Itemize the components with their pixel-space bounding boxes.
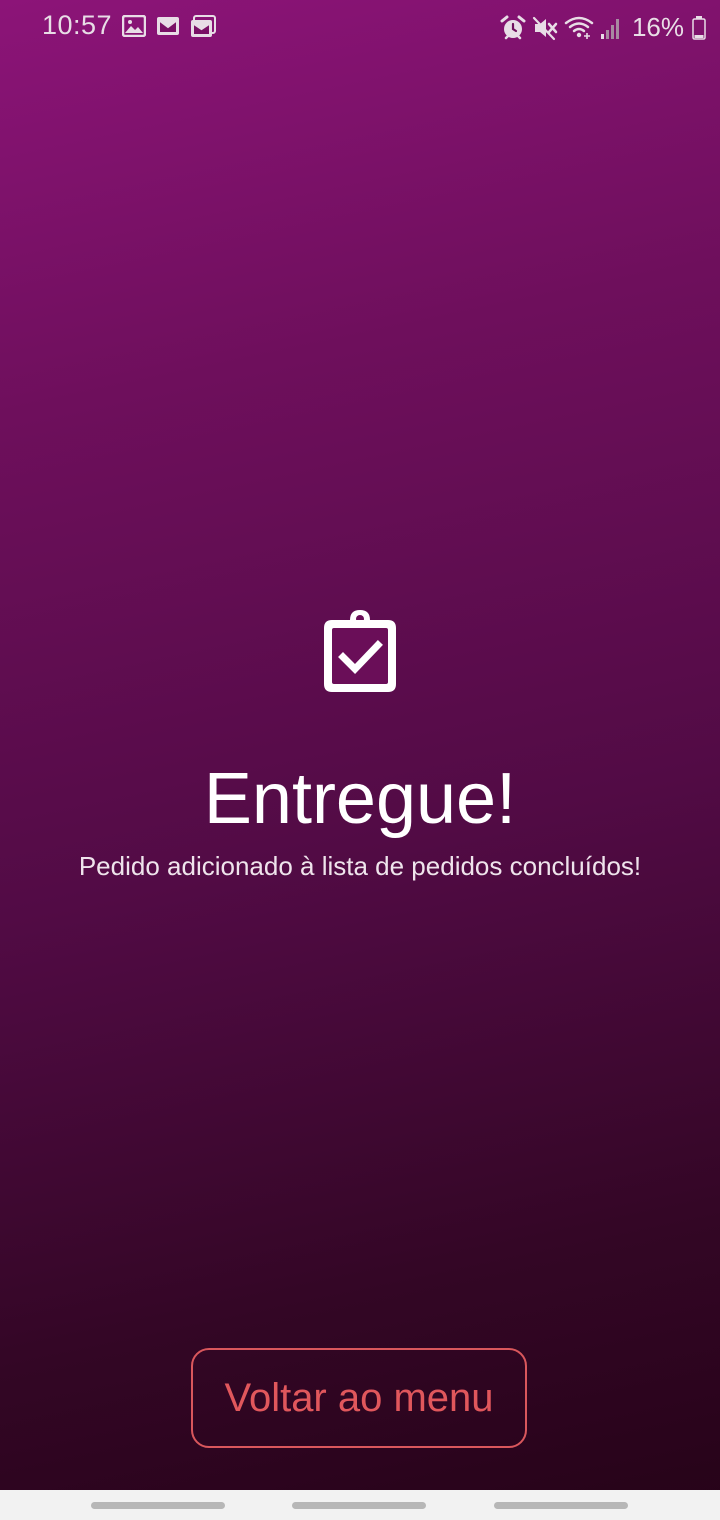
page-title: Entregue! xyxy=(203,759,517,839)
back-to-menu-button[interactable]: Voltar ao menu xyxy=(191,1348,527,1448)
status-time: 10:57 xyxy=(42,10,113,40)
wifi-icon xyxy=(564,16,594,39)
home-handle[interactable] xyxy=(292,1502,426,1509)
screen: 10:57 16% Entregue! Pedido adicionado à … xyxy=(0,0,720,1520)
status-bar: 10:57 16% xyxy=(0,0,720,56)
page-subtitle: Pedido adicionado à lista de pedidos con… xyxy=(78,851,642,881)
navigation-bar xyxy=(0,1490,720,1520)
recents-handle[interactable] xyxy=(91,1502,225,1509)
mail-stack-icon xyxy=(191,15,216,37)
image-icon xyxy=(122,15,146,37)
clipboard-check-icon xyxy=(324,610,396,692)
signal-icon xyxy=(600,18,619,39)
system-icons: 16% xyxy=(500,12,706,43)
mute-icon xyxy=(532,16,558,40)
alarm-icon xyxy=(500,15,526,39)
battery-icon xyxy=(692,15,706,40)
mail-icon xyxy=(157,17,179,35)
battery-percent: 16% xyxy=(631,12,684,42)
notification-icons xyxy=(122,15,216,39)
back-handle[interactable] xyxy=(494,1502,628,1509)
